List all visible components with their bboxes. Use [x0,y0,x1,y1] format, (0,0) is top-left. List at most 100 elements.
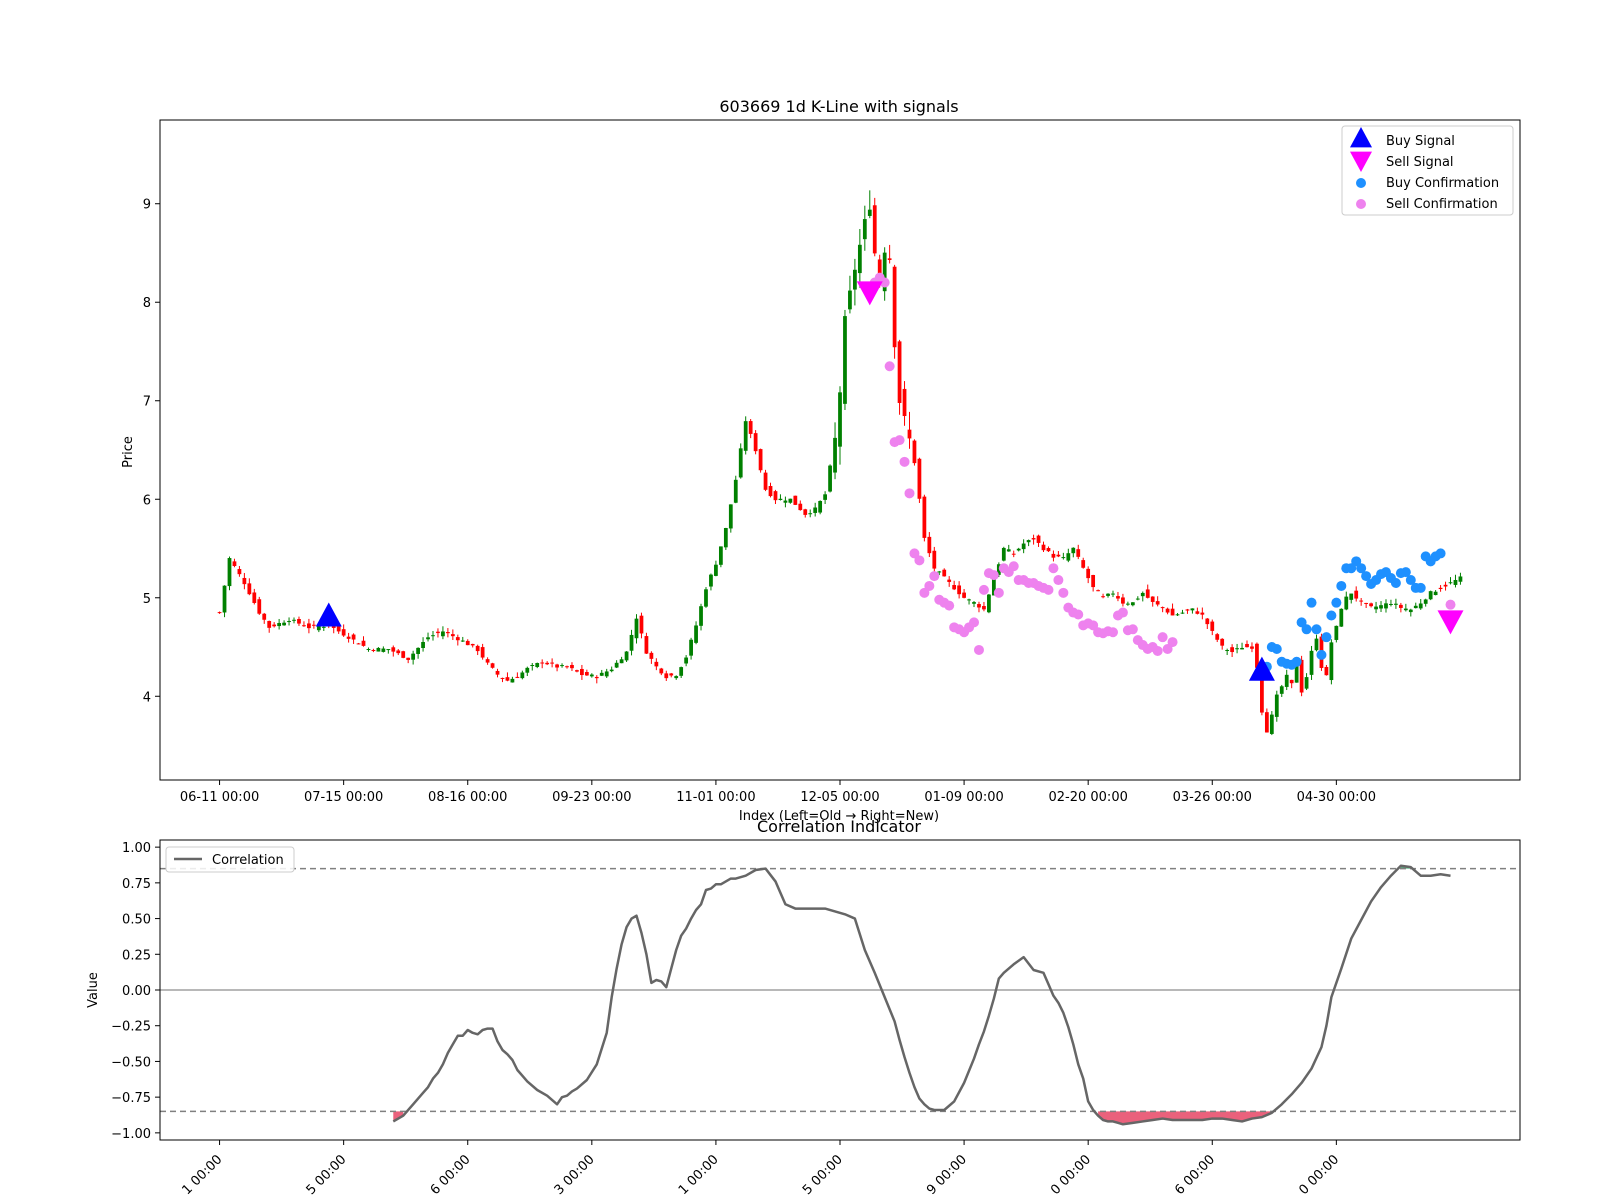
candle-body [366,649,371,651]
sell-confirmation-point [894,435,905,446]
candle-body [555,664,559,668]
candle-body [1195,611,1200,614]
candle-body [778,498,783,500]
candle-body [669,673,674,676]
candle-body [987,594,991,613]
candle-body [1289,679,1294,684]
candle-body [356,643,361,645]
candle-body [282,622,286,626]
sell-confirmation-point [1073,609,1084,620]
correlation-y-tick-label: −1.00 [111,1127,151,1142]
candle-body [307,623,311,629]
candle-body [460,640,465,642]
candle-body [599,672,604,676]
candle-body [351,634,356,640]
candle-body [818,500,823,513]
candle-body [1091,574,1096,588]
candle-body [1036,535,1041,543]
candle-body [495,670,500,675]
candle-body [594,676,599,679]
candle-body [1374,606,1378,610]
candle-body [892,266,897,348]
candle-body [222,585,227,613]
candle-body [1200,612,1205,615]
candle-body [237,568,242,575]
legend-label: Buy Confirmation [1386,176,1499,191]
candle-body [1106,593,1110,596]
candle-body [748,421,753,434]
correlation-y-axis-label: Value [86,972,101,1008]
candle-body [783,500,788,503]
sell-confirmation-point [924,580,935,591]
candle-body [867,209,872,216]
candle-body [540,662,545,664]
price-y-tick-label: 4 [143,690,151,705]
candle-body [436,631,440,634]
candle-body [1031,538,1036,540]
sell-confirmation-point [1008,561,1019,572]
candle-body [450,634,455,637]
candle-body [639,615,644,634]
candle-body [853,269,857,290]
correlation-y-tick-label: 0.75 [122,877,151,892]
candle-body [1140,592,1145,597]
candle-body [252,592,257,603]
candle-body [1121,597,1125,604]
candle-body [1160,607,1165,609]
candle-body [788,498,793,503]
candle-body [967,599,971,601]
candle-body [972,602,976,604]
candle-body [406,657,411,660]
candle-body [341,629,346,636]
candle-body [1061,557,1066,559]
candle-body [371,650,376,652]
candle-body [520,672,525,679]
candle-body [1403,608,1408,611]
candle-body [828,465,832,492]
candle-body [361,640,366,646]
candle-body [982,606,986,610]
candle-body [699,606,703,626]
candle-body [674,676,679,679]
candle-body [1458,576,1463,582]
candle-body [1339,608,1344,627]
correlation-chart-title: Correlation Indicator [757,817,921,836]
candle-body [962,592,966,598]
sell-confirmation-point [1107,627,1118,638]
candle-body [709,574,713,587]
candle-body [679,667,684,676]
candle-body [723,528,728,548]
candle-body [932,550,937,569]
candle-body [302,625,306,627]
candle-body [272,624,277,627]
candle-body [1130,602,1135,606]
candle-body [773,491,778,501]
candle-body [1314,638,1319,651]
candle-body [798,503,803,511]
price-x-tick-label: 12-05 00:00 [800,790,879,805]
candle-body [1324,666,1329,676]
candle-body [441,631,445,637]
candle-body [907,429,912,439]
candle-body [396,650,401,654]
candle-body [490,663,495,668]
candle-body [957,585,962,595]
candle-body [1170,608,1175,616]
candle-body [654,661,659,667]
candle-body [922,496,927,538]
correlation-y-tick-label: 0.00 [122,984,151,999]
candle-body [1344,596,1349,610]
candle-body [694,625,698,643]
candle-body [257,599,262,614]
candle-body [857,244,862,274]
candle-body [1438,587,1443,590]
candle-body [1443,584,1448,587]
candle-body [1101,596,1105,598]
candle-body [1165,608,1170,613]
candle-body [738,448,743,478]
candle-body [838,392,842,447]
sell-confirmation-point [1157,632,1168,643]
sell-confirmation-point [978,584,989,595]
candle-body [753,433,758,452]
candle-body [833,437,837,473]
